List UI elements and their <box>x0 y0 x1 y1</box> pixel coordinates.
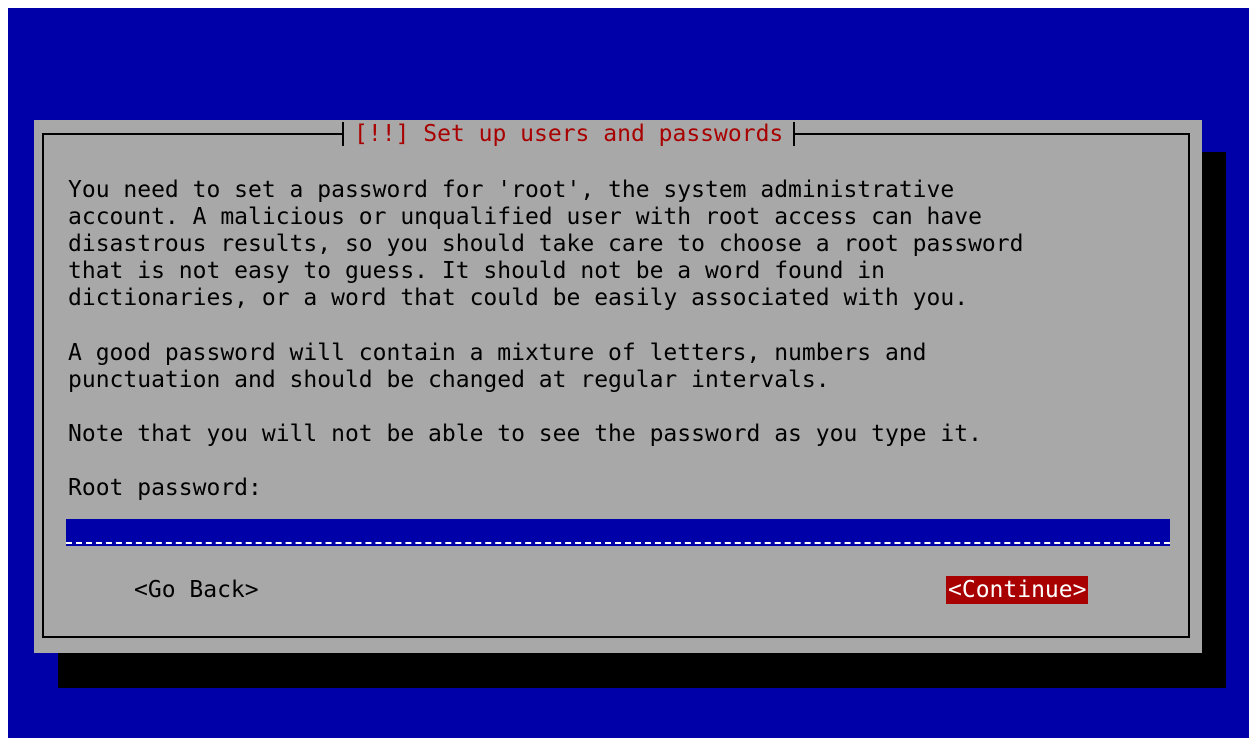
go-back-button[interactable]: <Go Back> <box>132 576 261 604</box>
root-password-input[interactable]: ******* <box>66 519 1170 546</box>
password-advice: A good password will contain a mixture o… <box>68 340 927 393</box>
root-password-label: Root password: <box>68 475 262 501</box>
continue-button[interactable]: <Continue> <box>946 576 1089 604</box>
password-hidden-note: Note that you will not be able to see th… <box>68 421 982 447</box>
dialog-title: [!!] Set up users and passwords <box>342 120 796 148</box>
users-passwords-dialog: [!!] Set up users and passwords You need… <box>34 120 1202 653</box>
root-password-explanation: You need to set a password for 'root', t… <box>68 177 1024 311</box>
input-underline <box>66 541 1170 544</box>
